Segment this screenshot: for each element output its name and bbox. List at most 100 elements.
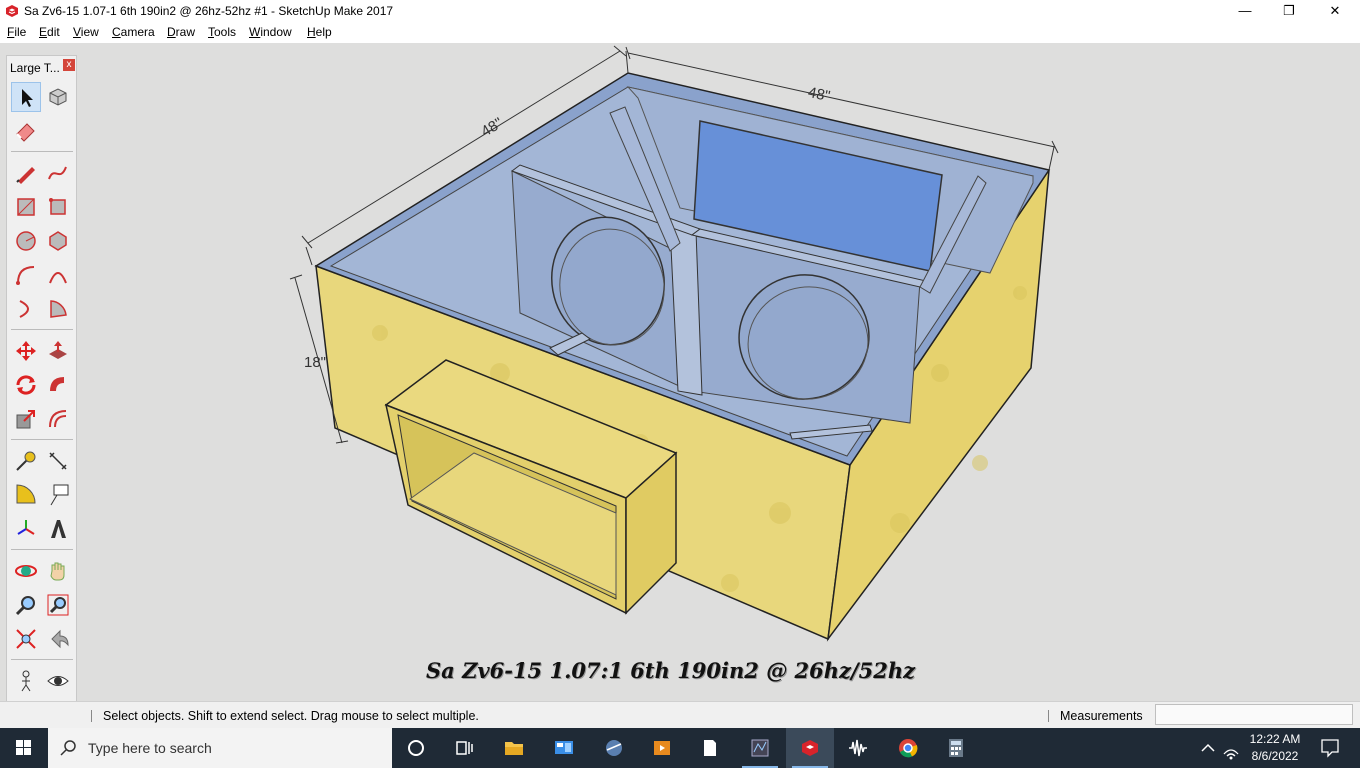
follow-me-tool[interactable] [43,370,73,400]
offset-tool[interactable] [43,404,73,434]
previous-view-icon [51,629,69,649]
show-hidden-icons-button[interactable] [1196,728,1220,768]
dimension-label-height: 18" [304,354,327,371]
network-app-button[interactable] [590,728,638,768]
sketchup-icon [6,5,18,17]
two-point-arc-icon [49,272,67,284]
task-view-icon [456,741,473,755]
minimize-button[interactable]: — [1222,0,1268,22]
rotated-rectangle-tool[interactable] [43,192,73,222]
zoom-extents-tool[interactable] [11,624,41,654]
line-tool[interactable] [11,158,41,188]
wifi-icon [1223,749,1239,760]
pie-tool[interactable] [43,294,73,324]
tape-measure-icon [16,451,36,471]
toolbar-separator [11,329,73,330]
move-tool[interactable] [11,336,41,366]
select-tool[interactable] [11,82,41,112]
toolbar-header[interactable]: Large T... x [7,56,76,78]
tape-measure-tool[interactable] [11,446,41,476]
cortana-button[interactable] [392,728,440,768]
search-placeholder: Type here to search [88,740,212,756]
close-button[interactable]: ✕ [1312,0,1358,22]
video-icon [654,741,670,755]
calculator-button[interactable] [932,728,980,768]
window-title: Sa Zv6-15 1.07-1 6th 190in2 @ 26hz-52hz … [24,4,394,18]
scale-tool[interactable] [11,404,41,434]
toolbar-separator [11,151,73,152]
look-around-tool[interactable] [43,666,73,696]
zoom-extents-icon [16,629,36,649]
notification-icon [1321,739,1339,758]
dimension-tool[interactable] [43,446,73,476]
menu-file[interactable]: File [7,25,26,39]
3d-text-tool[interactable] [43,514,73,544]
toolbar-separator [11,549,73,550]
previous-view-tool[interactable] [43,624,73,654]
globe-icon [606,740,622,756]
toolbar-close-button[interactable]: x [63,59,75,71]
title-bar: Sa Zv6-15 1.07-1 6th 190in2 @ 26hz-52hz … [0,0,1360,22]
position-camera-tool[interactable] [11,666,41,696]
menu-edit[interactable]: Edit [39,25,60,39]
file-explorer-button[interactable] [490,728,538,768]
eraser-icon [16,123,35,142]
rotate-tool[interactable] [11,370,41,400]
menu-tools[interactable]: Tools [208,25,236,39]
network-tray-button[interactable] [1220,728,1242,768]
search-icon [60,740,76,756]
menu-window[interactable]: Window [249,25,292,39]
toolbar-title: Large T... [10,61,60,75]
maximize-button[interactable]: ❐ [1266,0,1312,22]
circle-tool[interactable] [11,226,41,256]
position-camera-icon [21,670,31,692]
text-tool[interactable] [43,480,73,510]
sketchup-taskbar-button[interactable] [786,728,834,768]
push-pull-tool[interactable] [43,336,73,366]
calculator-icon [949,739,963,757]
menu-camera[interactable]: Camera [112,25,155,39]
polygon-tool[interactable] [43,226,73,256]
menu-help[interactable]: Help [307,25,332,39]
control-panel-button[interactable] [540,728,588,768]
audio-tool-button[interactable] [736,728,784,768]
pie-icon [50,300,67,318]
notifications-button[interactable] [1312,728,1348,768]
status-hint: Select objects. Shift to extend select. … [103,709,479,723]
zoom-tool[interactable] [11,590,41,620]
pan-tool[interactable] [43,556,73,586]
three-point-arc-tool[interactable] [11,294,41,324]
arc-icon [16,266,35,285]
menu-view[interactable]: View [73,25,99,39]
axes-icon [17,520,35,535]
arc-tool[interactable] [11,260,41,290]
task-view-button[interactable] [440,728,488,768]
two-point-arc-tool[interactable] [43,260,73,290]
measurements-input[interactable] [1155,704,1353,725]
orbit-tool[interactable] [11,556,41,586]
audio-waveform-button[interactable] [834,728,882,768]
rectangle-tool[interactable] [11,192,41,222]
make-component-tool[interactable] [43,82,73,112]
push-pull-icon [49,341,67,359]
chrome-button[interactable] [884,728,932,768]
model-viewport[interactable]: 48" 48" 18" Sa Zv6-15 1.07:1 6th 190in2 … [80,43,1360,701]
eraser-tool[interactable] [11,116,41,146]
component-icon [49,88,67,106]
protractor-tool[interactable] [11,480,41,510]
media-player-button[interactable] [638,728,686,768]
freehand-tool[interactable] [43,158,73,188]
taskbar: Type here to search 12:22 AM 8/6/2022 [0,728,1360,768]
taskbar-search-box[interactable]: Type here to search [48,728,392,768]
taskbar-clock[interactable]: 12:22 AM 8/6/2022 [1240,731,1310,765]
document-button[interactable] [686,728,734,768]
drawing-area[interactable]: Large T... x 48" 48" 18" Sa Zv6-15 1.07:… [0,43,1360,725]
zoom-window-tool[interactable] [43,590,73,620]
axes-tool[interactable] [11,514,41,544]
model-caption: Sa Zv6-15 1.07:1 6th 190in2 @ 26hz/52hz [426,658,916,683]
zoom-window-icon [47,594,69,616]
clock-date: 8/6/2022 [1251,749,1299,763]
waveform-icon [849,739,867,757]
start-button[interactable] [0,728,48,768]
menu-draw[interactable]: Draw [167,25,195,39]
